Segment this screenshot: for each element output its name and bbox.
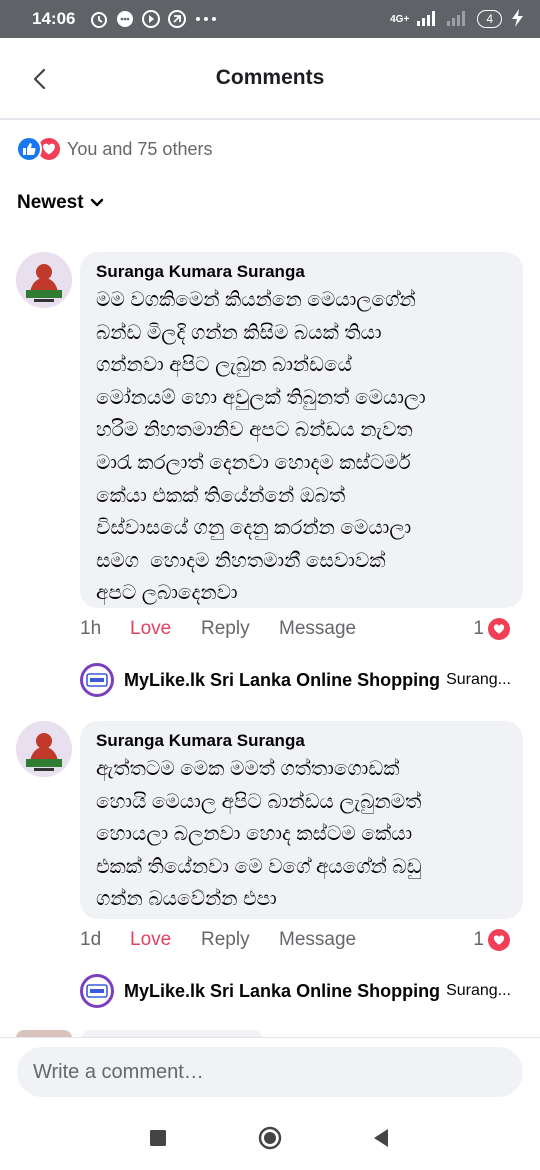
- comment-time: 1h: [80, 618, 102, 639]
- alarm-icon: [89, 9, 109, 29]
- comment-input[interactable]: Write a comment…: [17, 1047, 523, 1097]
- page-title: Comments: [215, 66, 325, 89]
- recents-square-icon[interactable]: [149, 1129, 167, 1152]
- love-button[interactable]: Love: [130, 618, 201, 640]
- reply-snippet: Surang...: [446, 671, 511, 688]
- reply-preview[interactable]: MyLike.lk Sri Lanka Online Shopping Sura…: [80, 974, 520, 1008]
- chat-icon: [115, 9, 135, 29]
- composer-bar: Write a comment…: [0, 1037, 540, 1107]
- signal-icon: [417, 10, 439, 29]
- message-button[interactable]: Message: [279, 929, 356, 951]
- network-label: 4G+: [390, 13, 410, 25]
- love-icon: [488, 929, 510, 951]
- comment-time: 1d: [80, 929, 102, 950]
- reaction-count-number: 1: [473, 618, 484, 639]
- charging-icon: [510, 8, 526, 30]
- status-bar: 14:06 4G+ 4: [0, 0, 540, 38]
- message-button[interactable]: Message: [279, 618, 356, 640]
- signal-weak-icon: [447, 10, 469, 29]
- reactions-summary[interactable]: You and 75 others: [16, 136, 212, 162]
- chevron-down-icon: [90, 198, 103, 207]
- reply-preview[interactable]: MyLike.lk Sri Lanka Online Shopping Sura…: [80, 663, 520, 697]
- navigation-bar: [0, 1107, 540, 1170]
- comment-actions: 1d Love Reply Message 1: [80, 929, 510, 951]
- page-avatar: [80, 974, 114, 1008]
- comment-bubble: Suranga Kumara Suranga මම වගකිමෙන් කියන්…: [80, 252, 523, 608]
- comment-text: මම වගකිමෙන් කියන්නෙ මෙයාලගේන් බන්ඩ මිලදි…: [96, 289, 426, 605]
- avatar[interactable]: [16, 721, 72, 777]
- love-icon: [488, 618, 510, 640]
- comment-author[interactable]: Suranga Kumara Suranga: [96, 731, 507, 751]
- comment-text: ඇත්තටම මෙක මමත් ගත්තාගොඩක් හොයි මෙයාල අප…: [96, 758, 422, 911]
- avatar[interactable]: [16, 252, 72, 308]
- comment-bubble: Suranga Kumara Suranga ඇත්තටම මෙක මමත් ග…: [80, 721, 523, 919]
- status-time: 14:06: [32, 9, 76, 28]
- sort-label: Newest: [17, 192, 84, 213]
- page-avatar: [80, 663, 114, 697]
- reply-snippet: Surang...: [446, 982, 511, 999]
- comment-actions: 1h Love Reply Message 1: [80, 618, 510, 640]
- reply-author: MyLike.lk Sri Lanka Online Shopping: [124, 669, 441, 690]
- reply-button[interactable]: Reply: [201, 929, 279, 951]
- home-circle-icon[interactable]: [258, 1126, 282, 1155]
- reaction-count[interactable]: 1: [473, 929, 510, 951]
- media-icon: [167, 9, 187, 29]
- chevron-left-icon[interactable]: [26, 64, 56, 94]
- reply-author: MyLike.lk Sri Lanka Online Shopping: [124, 980, 441, 1001]
- reply-button[interactable]: Reply: [201, 618, 279, 640]
- header: Comments: [0, 38, 540, 120]
- reactions-text: You and 75 others: [67, 138, 213, 159]
- comment-author[interactable]: Suranga Kumara Suranga: [96, 262, 507, 282]
- reaction-count-number: 1: [473, 929, 484, 950]
- more-icon: [193, 9, 219, 29]
- media-icon: [141, 9, 161, 29]
- sort-dropdown[interactable]: Newest: [17, 192, 104, 214]
- back-triangle-icon[interactable]: [372, 1128, 390, 1153]
- love-button[interactable]: Love: [130, 929, 201, 951]
- like-icon: [16, 136, 42, 162]
- reaction-count[interactable]: 1: [473, 618, 510, 640]
- battery-indicator: 4: [477, 10, 502, 28]
